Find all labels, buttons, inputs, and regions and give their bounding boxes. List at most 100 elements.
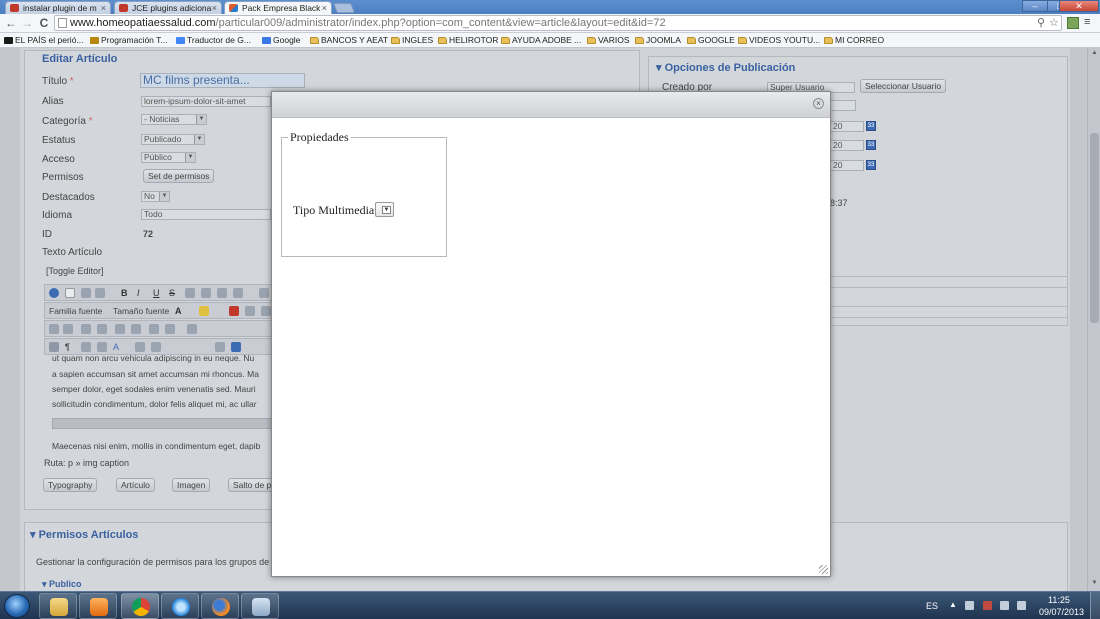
start-button[interactable] (4, 594, 30, 618)
find-icon[interactable] (149, 324, 159, 334)
finish-publishing-field[interactable]: 20 (830, 160, 864, 171)
action-center-icon[interactable] (983, 601, 992, 610)
bookmark-el-pais[interactable]: EL PAÍS el perió... (4, 34, 84, 47)
strikethrough-icon[interactable]: S (169, 288, 179, 298)
tab-jce-plugins[interactable]: JCE plugins adiciona × (114, 1, 222, 14)
created-date-field[interactable]: 20 (830, 121, 864, 132)
visual-aid-icon[interactable] (49, 342, 59, 352)
category-select[interactable]: - Noticias ▼ (141, 114, 207, 125)
page-scrollbar[interactable]: ▲ ▼ (1087, 48, 1100, 591)
reload-button[interactable]: C (37, 16, 51, 30)
calendar-icon[interactable]: 33 (866, 121, 876, 131)
search-icon[interactable] (131, 324, 141, 334)
rtl-icon[interactable] (63, 324, 73, 334)
copy-icon[interactable] (245, 306, 255, 316)
show-desktop-button[interactable] (1090, 592, 1100, 619)
alias-author-field[interactable] (830, 100, 856, 111)
network-icon[interactable] (1017, 601, 1026, 610)
align-right-icon[interactable] (217, 288, 227, 298)
print-icon[interactable] (115, 324, 125, 334)
paragraph-icon[interactable]: ¶ (65, 342, 75, 352)
menu-icon[interactable]: ≡ (1084, 17, 1096, 29)
ltr-icon[interactable] (49, 324, 59, 334)
font-family-select[interactable]: Familia fuente (49, 306, 102, 316)
scroll-thumb[interactable] (1090, 133, 1099, 323)
layer-icon[interactable] (81, 342, 91, 352)
bookmark-programacion[interactable]: Programación T... (90, 34, 167, 47)
insert-icon[interactable] (231, 342, 241, 352)
new-document-icon[interactable] (65, 288, 75, 298)
modal-close-button[interactable]: × (813, 98, 824, 109)
media-type-select[interactable]: ▼ (375, 202, 394, 217)
permissions-set-button[interactable]: Set de permisos (143, 169, 215, 183)
align-left-icon[interactable] (185, 288, 195, 298)
page-break-button[interactable]: Salto de p (228, 478, 274, 492)
close-window-button[interactable]: ✕ (1059, 0, 1099, 12)
blockquote-icon[interactable] (259, 288, 269, 298)
text-color-icon[interactable]: A (175, 306, 185, 316)
paste-icon[interactable] (261, 306, 271, 316)
tab-pack-empresa[interactable]: Pack Empresa Black × (224, 1, 332, 14)
bookmark-folder-google[interactable]: GOOGLE (687, 34, 735, 47)
explorer-taskbar-button[interactable] (39, 593, 77, 619)
app-taskbar-button[interactable] (241, 593, 279, 619)
media-player-taskbar-button[interactable] (79, 593, 117, 619)
bookmark-folder-bancos[interactable]: BANCOS Y AEAT (310, 34, 388, 47)
back-button[interactable]: ← (4, 16, 18, 30)
scroll-down-icon[interactable]: ▼ (1090, 580, 1099, 588)
status-select[interactable]: Publicado ▼ (141, 134, 205, 145)
bookmark-folder-ingles[interactable]: INGLES (391, 34, 433, 47)
fullscreen-icon[interactable] (81, 324, 91, 334)
modal-header[interactable]: × (272, 92, 830, 118)
tab-close-icon[interactable]: × (322, 2, 327, 14)
bookmark-folder-varios[interactable]: VARIOS (587, 34, 630, 47)
underline-icon[interactable]: U (153, 288, 163, 298)
media-icon[interactable] (215, 342, 225, 352)
firefox-taskbar-button[interactable] (201, 593, 239, 619)
toggle-editor-link[interactable]: [Toggle Editor] (46, 266, 104, 276)
minimize-button[interactable]: – (1022, 0, 1048, 12)
tab-instalar-plugin[interactable]: instalar plugin de m × (5, 1, 111, 14)
alias-field[interactable]: lorem-ipsum-dolor-sit-amet (141, 96, 271, 107)
bookmark-traductor[interactable]: Traductor de G... (176, 34, 251, 47)
align-center-icon[interactable] (201, 288, 211, 298)
undo-icon[interactable] (81, 288, 91, 298)
image-button[interactable]: Imagen (172, 478, 211, 492)
bookmark-folder-ayuda-adobe[interactable]: AYUDA ADOBE ... (501, 34, 581, 47)
permissions-group-public[interactable]: ▾ Publico (42, 579, 82, 590)
language-indicator[interactable]: ES (926, 601, 938, 611)
access-select[interactable]: Público ▼ (141, 152, 196, 163)
font-size-select[interactable]: Tamaño fuente (113, 306, 169, 316)
help-icon[interactable] (49, 288, 59, 298)
forward-button[interactable]: → (20, 16, 34, 30)
tray-expand-icon[interactable]: ▲ (949, 600, 957, 609)
calendar-icon[interactable]: 33 (866, 140, 876, 150)
extension-icon[interactable] (1067, 17, 1079, 29)
start-publishing-field[interactable]: 20 (830, 140, 864, 151)
article-button[interactable]: Artículo (116, 478, 155, 492)
redo-icon[interactable] (95, 288, 105, 298)
unlink-icon[interactable] (151, 342, 161, 352)
image-icon[interactable] (97, 342, 107, 352)
preview-icon[interactable] (97, 324, 107, 334)
link-icon[interactable] (135, 342, 145, 352)
publishing-title[interactable]: ▾ Opciones de Publicación (656, 61, 795, 74)
scroll-up-icon[interactable]: ▲ (1090, 50, 1099, 58)
replace-icon[interactable] (165, 324, 175, 334)
clock-time[interactable]: 11:25 (1048, 595, 1070, 605)
typography-button[interactable]: Typography (43, 478, 98, 492)
select-user-button[interactable]: Seleccionar Usuario (860, 79, 947, 93)
table-icon[interactable] (187, 324, 197, 334)
tray-app-icon[interactable] (965, 601, 974, 610)
address-bar[interactable]: www.homeopatiaessalud.com/particular009/… (54, 15, 1062, 31)
highlight-icon[interactable] (199, 306, 209, 316)
clock-date[interactable]: 09/07/2013 (1039, 607, 1084, 617)
bookmark-folder-joomla[interactable]: JOOMLA (635, 34, 681, 47)
align-justify-icon[interactable] (233, 288, 243, 298)
tab-close-icon[interactable]: × (212, 2, 217, 14)
permissions-title[interactable]: ▾ Permisos Artículos (30, 528, 138, 541)
zoom-icon[interactable]: ⚲ (1037, 16, 1045, 30)
calendar-icon[interactable]: 33 (866, 160, 876, 170)
resize-handle[interactable] (819, 565, 828, 574)
title-field[interactable]: MC films presenta... (140, 73, 305, 88)
